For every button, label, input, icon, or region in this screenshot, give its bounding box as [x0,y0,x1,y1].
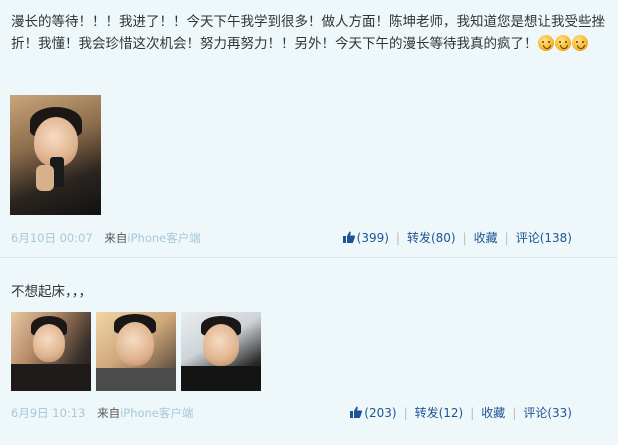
post-text-content: 漫长的等待！！！我进了！！今天下午我学到很多！做人方面！陈坤老师，我知道您是想让… [11,14,605,52]
divider: | [504,230,509,245]
post-timestamp[interactable]: 6月10日 00:07 [11,231,93,245]
repost-button[interactable]: 转发(80) [407,229,456,246]
client-link[interactable]: iPhone客户端 [127,231,200,245]
post-text: 漫长的等待！！！我进了！！今天下午我学到很多！做人方面！陈坤老师，我知道您是想让… [11,11,607,55]
weibo-post-2-footer: 6月9日 10:13 来自iPhone客户端 (203) | 转发(12) | … [0,258,618,445]
from-label: 来自 [104,231,128,245]
favorite-button[interactable]: 收藏 [481,404,505,421]
weibo-post-1: 漫长的等待！！！我进了！！今天下午我学到很多！做人方面！陈坤老师，我知道您是想让… [0,0,618,258]
yawning-face-icon [554,35,571,51]
thumbs-up-icon [342,231,355,243]
like-count: (203) [364,406,397,420]
comment-button[interactable]: 评论(33) [523,404,572,421]
divider: | [512,405,517,420]
client-link[interactable]: iPhone客户端 [120,406,193,420]
divider: | [462,230,467,245]
like-button[interactable]: (203) [349,405,397,420]
post-photo[interactable] [10,95,101,215]
favorite-button[interactable]: 收藏 [474,229,498,246]
divider: | [395,230,400,245]
post-meta: 6月10日 00:07 来自iPhone客户端 [11,230,201,246]
comment-button[interactable]: 评论(138) [516,229,572,246]
divider: | [470,405,475,420]
yawning-face-icon [537,35,554,51]
divider: | [403,405,408,420]
from-label: 来自 [97,406,121,420]
like-button[interactable]: (399) [342,230,389,245]
yawning-face-icon [571,35,588,51]
post-actions: (203) | 转发(12) | 收藏 | 评论(33) [349,404,572,421]
post-actions: (399) | 转发(80) | 收藏 | 评论(138) [342,229,572,246]
repost-button[interactable]: 转发(12) [415,404,464,421]
like-count: (399) [356,231,389,245]
post-meta: 6月9日 10:13 来自iPhone客户端 [11,405,193,421]
thumbs-up-icon [350,406,363,418]
post-timestamp[interactable]: 6月9日 10:13 [11,406,85,420]
